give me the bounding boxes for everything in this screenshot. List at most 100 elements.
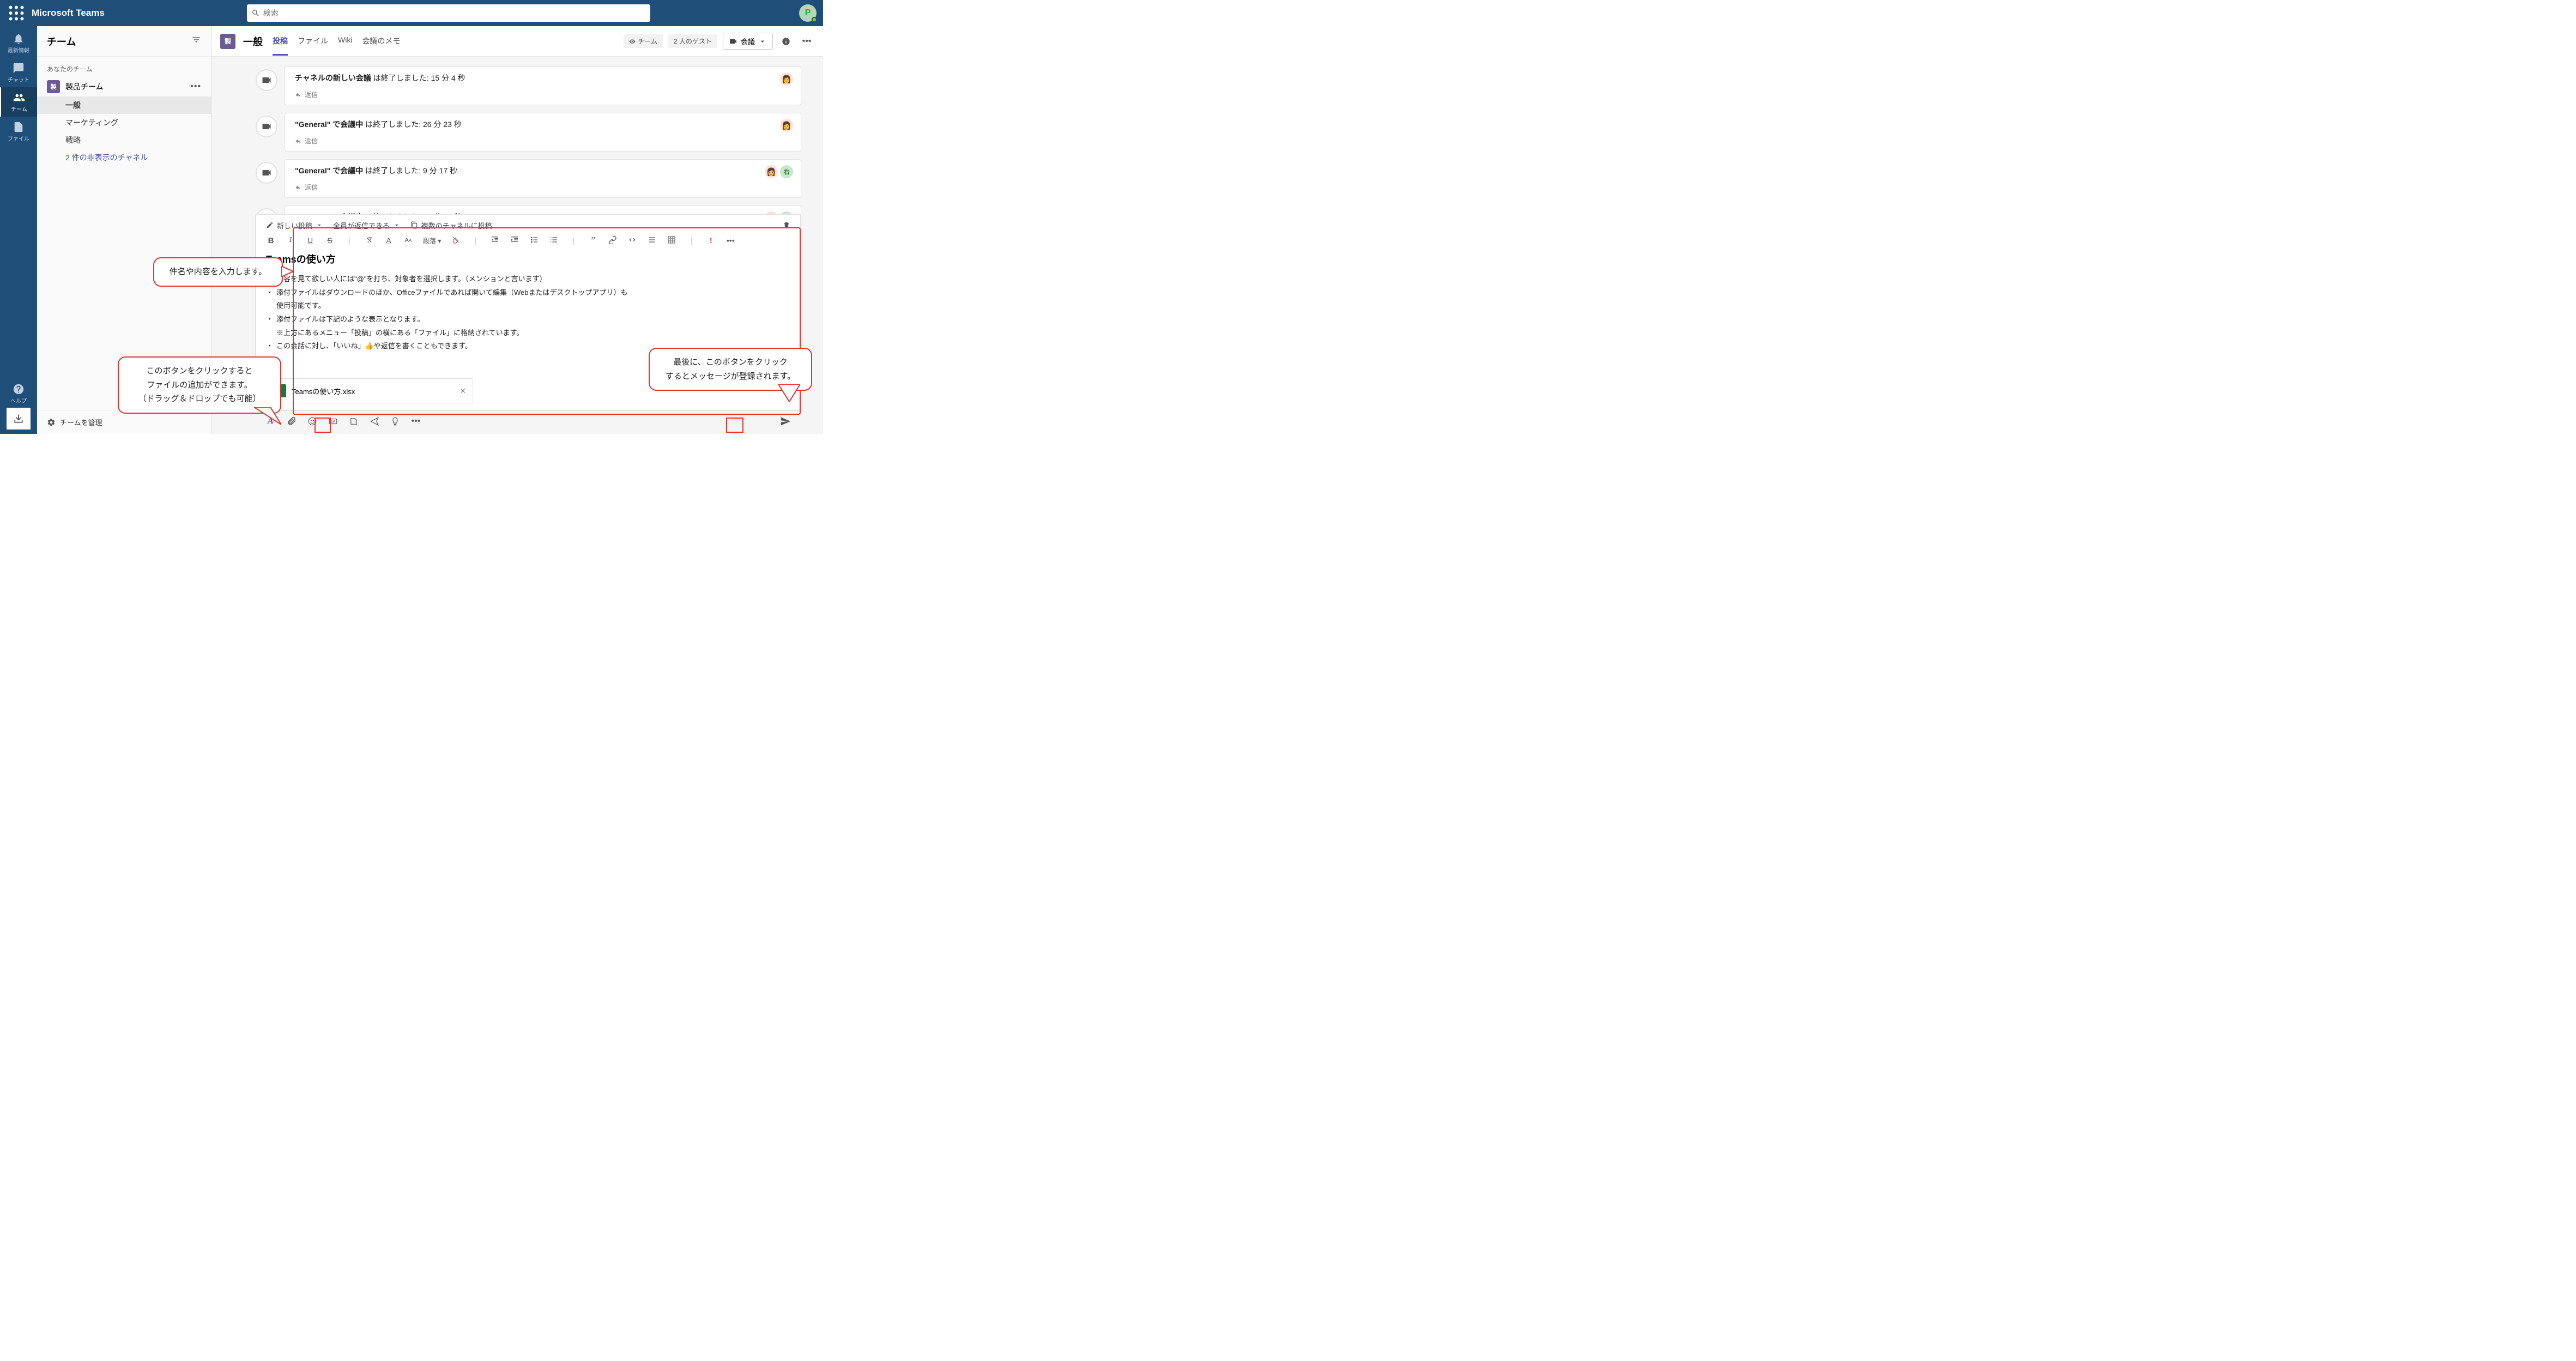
indent-button[interactable] — [510, 235, 519, 246]
attachment-card[interactable]: X Teamsの使い方.xlsx ✕ — [266, 378, 473, 403]
sticker-icon — [349, 416, 359, 426]
download-icon — [13, 413, 24, 424]
team-row[interactable]: 製 製品チーム ••• — [37, 77, 211, 96]
team-more-button[interactable]: ••• — [190, 82, 201, 92]
bullet-list-button[interactable] — [529, 235, 539, 246]
code-button[interactable] — [627, 235, 637, 246]
discard-button[interactable] — [783, 221, 790, 229]
info-button[interactable] — [778, 34, 794, 49]
praise-button[interactable] — [389, 415, 401, 427]
compose-subject[interactable]: Teamsの使い方 — [266, 252, 790, 266]
bold-button[interactable]: B — [266, 236, 276, 245]
paragraph-dropdown[interactable]: 段落 ▾ — [423, 236, 441, 245]
video-icon — [256, 116, 277, 137]
rail-teams[interactable]: チーム — [0, 87, 37, 117]
new-post-dropdown[interactable]: 新しい投稿 — [266, 220, 323, 231]
quote-button[interactable]: ” — [588, 235, 598, 246]
table-button[interactable] — [667, 235, 676, 246]
channel-strategy[interactable]: 戦略 — [37, 131, 211, 149]
meet-button[interactable]: 会議 — [723, 33, 773, 50]
gif-button[interactable]: GIF — [327, 415, 339, 427]
copy-icon — [410, 221, 418, 229]
italic-button[interactable]: I — [286, 236, 295, 245]
text-color-button[interactable]: A — [384, 236, 394, 245]
guests-pill[interactable]: 2 人のゲスト — [668, 34, 717, 48]
rail-download[interactable] — [7, 408, 31, 430]
indent-icon — [510, 235, 519, 244]
tab-files[interactable]: ファイル — [298, 27, 328, 56]
video-icon — [256, 208, 277, 214]
more-format-button[interactable]: ••• — [725, 236, 735, 245]
rail-chat[interactable]: チャット — [0, 58, 37, 87]
attendee-avatars: 👩 — [780, 72, 793, 86]
hidden-channels-link[interactable]: 2 件の非表示のチャネル — [37, 149, 211, 166]
meeting-ended-card: "General" で会議中 は終了しました: 9 分 17 秒返信👩右 — [285, 159, 801, 198]
underline-button[interactable]: U — [305, 236, 315, 245]
rail-activity[interactable]: 最新情報 — [0, 28, 37, 58]
channel-general[interactable]: 一般 — [37, 96, 211, 114]
font-size-button[interactable]: AA — [403, 237, 413, 244]
search-box[interactable] — [247, 4, 650, 22]
numlist-icon — [549, 235, 558, 244]
filter-button[interactable] — [191, 35, 201, 47]
chevron-down-icon — [758, 37, 767, 46]
hr-icon — [648, 235, 656, 244]
outdent-button[interactable] — [490, 235, 500, 246]
channel-avatar: 製 — [220, 34, 235, 49]
reply-permission-dropdown[interactable]: 全員が返信できる — [333, 220, 401, 231]
reply-button[interactable]: 返信 — [295, 90, 791, 99]
tab-meeting-notes[interactable]: 会議のメモ — [362, 27, 400, 56]
emoji-icon — [307, 416, 317, 426]
manage-teams-button[interactable]: チームを管理 — [37, 410, 211, 434]
rail-help[interactable]: ヘルプ — [0, 382, 37, 406]
team-name: 製品チーム — [65, 81, 185, 92]
tab-wiki[interactable]: Wiki — [338, 27, 352, 56]
send-button[interactable] — [779, 415, 791, 427]
link-button[interactable] — [608, 235, 618, 246]
number-list-button[interactable] — [549, 235, 559, 246]
bell-icon — [13, 33, 25, 45]
callout-subject: 件名や内容を入力します。 — [153, 257, 283, 287]
post-multi-channel[interactable]: 複数のチャネルに投稿 — [410, 220, 492, 231]
attach-button[interactable] — [286, 415, 298, 427]
search-input[interactable] — [263, 9, 646, 17]
help-icon — [13, 383, 25, 395]
remove-attachment-button[interactable]: ✕ — [459, 386, 466, 396]
reply-button[interactable]: 返信 — [295, 183, 791, 192]
emoji-button[interactable] — [306, 415, 318, 427]
product-name: Microsoft Teams — [32, 8, 105, 19]
important-button[interactable]: ! — [706, 236, 716, 245]
code-icon — [628, 235, 637, 244]
attendee-avatars: 👩右 — [765, 165, 793, 178]
gif-icon: GIF — [328, 416, 338, 426]
channel-name: 一般 — [243, 34, 263, 49]
profile-avatar[interactable]: P — [799, 4, 817, 22]
video-icon — [256, 69, 277, 91]
search-icon — [251, 9, 260, 17]
meeting-ended-card: "General" で会議中 は終了しました: 45 分 36 秒返信👩右 — [285, 205, 801, 214]
app-launcher-icon[interactable] — [7, 3, 26, 23]
rail-files[interactable]: ファイル — [0, 117, 37, 146]
org-pill[interactable]: チーム — [624, 34, 663, 48]
channel-header: 製 一般 投稿 ファイル Wiki 会議のメモ チーム 2 人のゲスト — [211, 26, 823, 57]
compose-icon — [266, 221, 274, 229]
clear-format-button[interactable] — [364, 235, 374, 246]
your-teams-label: あなたのチーム — [37, 57, 211, 77]
more-actions-button[interactable]: ••• — [410, 415, 422, 427]
teams-icon — [13, 92, 25, 104]
hr-button[interactable] — [647, 235, 657, 246]
meeting-ended-card: "General" で会議中 は終了しました: 26 分 23 秒返信👩 — [285, 113, 801, 152]
stream-button[interactable] — [368, 415, 380, 427]
channel-marketing[interactable]: マーケティング — [37, 114, 211, 131]
trash-icon — [783, 221, 790, 229]
tab-posts[interactable]: 投稿 — [273, 27, 288, 56]
meeting-ended-card: チャネルの新しい会議 は終了しました: 15 分 4 秒返信👩 — [285, 66, 801, 105]
more-button[interactable]: ••• — [799, 34, 814, 49]
svg-text:GIF: GIF — [331, 420, 336, 424]
reply-button[interactable]: 返信 — [295, 136, 791, 146]
strike-button[interactable]: S — [325, 236, 335, 245]
clear-button[interactable] — [451, 235, 461, 246]
clear-format-icon — [365, 235, 373, 244]
eraser-icon — [451, 235, 460, 244]
sticker-button[interactable] — [348, 415, 360, 427]
